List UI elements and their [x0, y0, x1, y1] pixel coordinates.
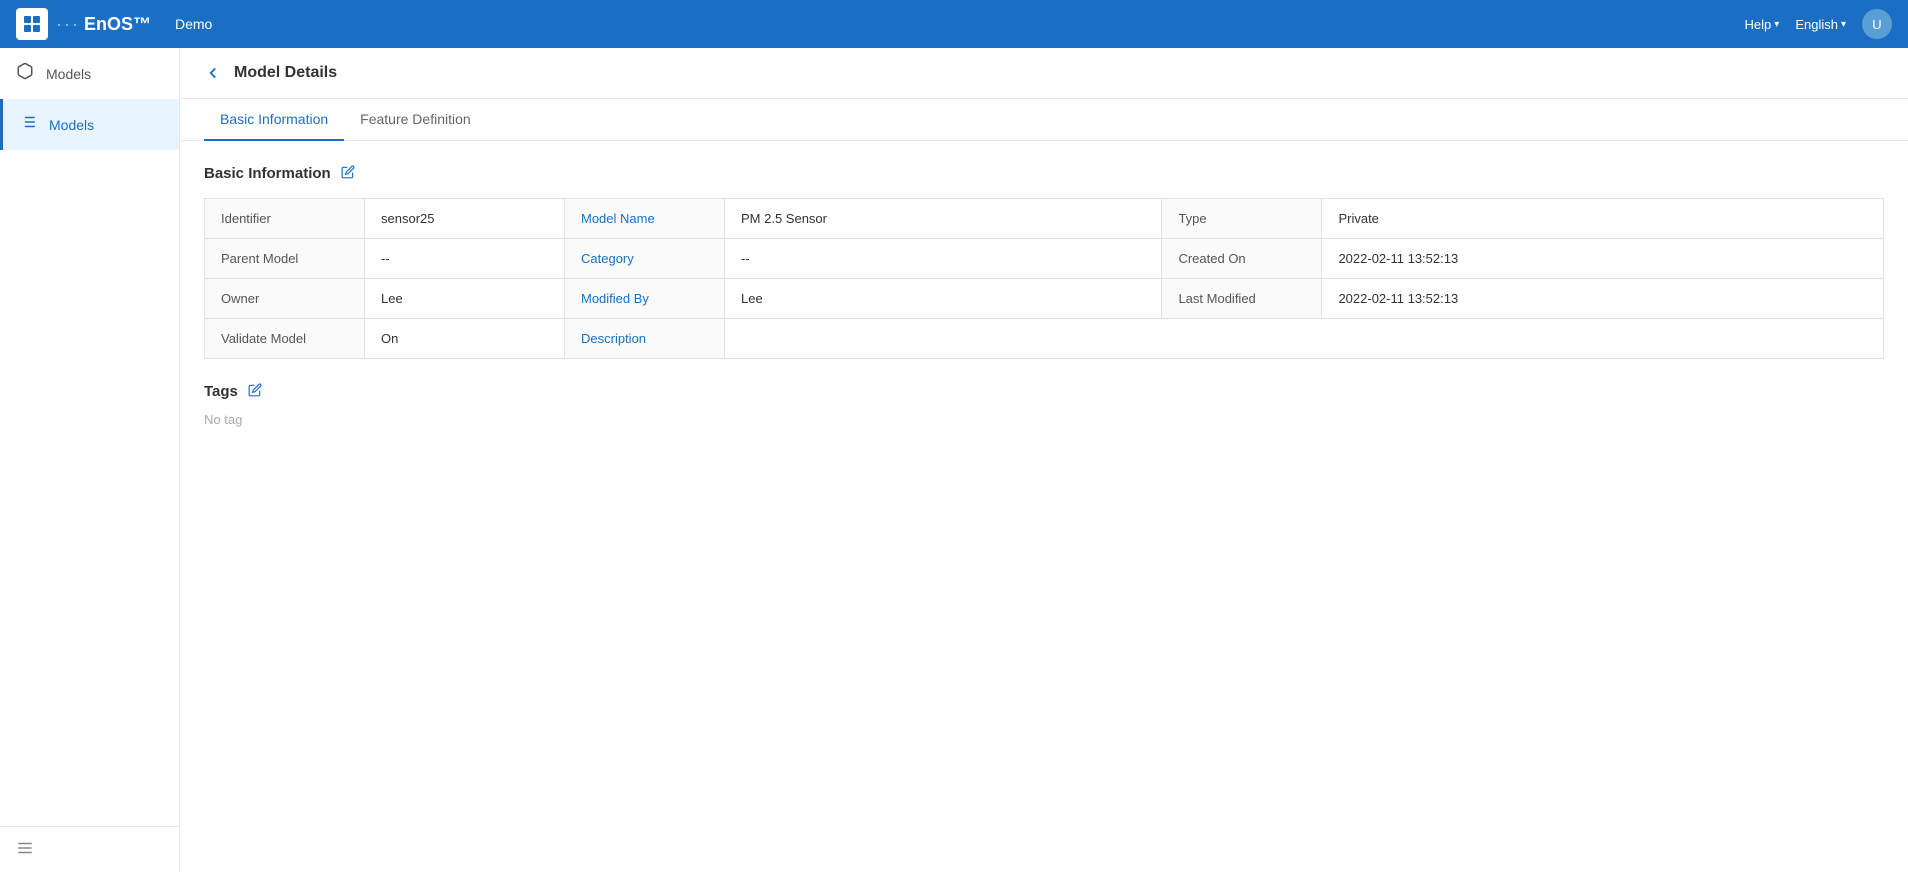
tags-section: Tags No tag	[180, 383, 1908, 451]
tags-title-row: Tags	[204, 383, 1884, 400]
type-label: Type	[1162, 199, 1322, 239]
description-label: Description	[565, 319, 725, 359]
logo: ··· EnOS™	[16, 8, 151, 40]
sidebar-item-models-label: Models	[49, 117, 94, 133]
basic-info-title: Basic Information	[204, 165, 331, 182]
logo-enos: EnOS™	[84, 14, 151, 35]
list-icon	[19, 113, 37, 136]
no-tag-label: No tag	[204, 412, 1884, 427]
collapse-icon[interactable]	[16, 844, 34, 860]
tab-feature-definition[interactable]: Feature Definition	[344, 99, 487, 141]
content-area: Model Details Basic Information Feature …	[180, 48, 1908, 872]
logo-dots: ···	[56, 14, 80, 35]
language-menu[interactable]: English ▾	[1795, 17, 1846, 32]
basic-info-section: Basic Information Identifier sensor25 Mo…	[180, 141, 1908, 383]
tags-edit-icon[interactable]	[248, 383, 262, 400]
identifier-label: Identifier	[205, 199, 365, 239]
tab-basic-label: Basic Information	[220, 111, 328, 127]
top-nav: ··· EnOS™ Demo Help ▾ English ▾ U	[0, 0, 1908, 48]
basic-info-table: Identifier sensor25 Model Name PM 2.5 Se…	[204, 198, 1884, 359]
owner-value: Lee	[365, 279, 565, 319]
help-menu[interactable]: Help ▾	[1745, 17, 1780, 32]
box-icon	[16, 62, 34, 85]
category-label: Category	[565, 239, 725, 279]
sidebar-bottom	[0, 826, 179, 872]
tab-basic-information[interactable]: Basic Information	[204, 99, 344, 141]
table-row: Identifier sensor25 Model Name PM 2.5 Se…	[205, 199, 1884, 239]
tab-feature-label: Feature Definition	[360, 111, 471, 127]
type-value: Private	[1322, 199, 1884, 239]
validate-model-value: On	[365, 319, 565, 359]
top-nav-right: Help ▾ English ▾ U	[1745, 9, 1892, 39]
last-modified-label: Last Modified	[1162, 279, 1322, 319]
lang-label: English	[1795, 17, 1838, 32]
identifier-value: sensor25	[365, 199, 565, 239]
model-name-value: PM 2.5 Sensor	[725, 199, 1162, 239]
sidebar-item-models[interactable]: Models	[0, 99, 179, 150]
description-value	[725, 319, 1884, 359]
sidebar-item-models-top[interactable]: Models	[0, 48, 179, 99]
lang-caret-icon: ▾	[1841, 19, 1846, 30]
tabs: Basic Information Feature Definition	[180, 99, 1908, 141]
table-row: Owner Lee Modified By Lee Last Modified …	[205, 279, 1884, 319]
model-name-label: Model Name	[565, 199, 725, 239]
table-row: Parent Model -- Category -- Created On 2…	[205, 239, 1884, 279]
help-label: Help	[1745, 17, 1772, 32]
main-layout: Models Models	[0, 48, 1908, 872]
sidebar: Models Models	[0, 48, 180, 872]
help-caret-icon: ▾	[1774, 19, 1779, 30]
owner-label: Owner	[205, 279, 365, 319]
page-title: Model Details	[234, 64, 337, 82]
back-button[interactable]	[204, 64, 222, 82]
page-header: Model Details	[180, 48, 1908, 99]
created-on-label: Created On	[1162, 239, 1322, 279]
logo-text: ··· EnOS™	[56, 14, 151, 35]
basic-info-title-row: Basic Information	[204, 165, 1884, 182]
sidebar-item-models-top-label: Models	[46, 66, 91, 82]
modified-by-value: Lee	[725, 279, 1162, 319]
created-on-value: 2022-02-11 13:52:13	[1322, 239, 1884, 279]
validate-model-label: Validate Model	[205, 319, 365, 359]
demo-label: Demo	[175, 16, 212, 32]
logo-icon	[16, 8, 48, 40]
avatar-initial: U	[1872, 17, 1881, 32]
modified-by-label: Modified By	[565, 279, 725, 319]
user-avatar[interactable]: U	[1862, 9, 1892, 39]
basic-info-edit-icon[interactable]	[341, 165, 355, 182]
table-row: Validate Model On Description	[205, 319, 1884, 359]
parent-model-label: Parent Model	[205, 239, 365, 279]
tags-title: Tags	[204, 383, 238, 400]
parent-model-value: --	[365, 239, 565, 279]
last-modified-value: 2022-02-11 13:52:13	[1322, 279, 1884, 319]
category-value: --	[725, 239, 1162, 279]
